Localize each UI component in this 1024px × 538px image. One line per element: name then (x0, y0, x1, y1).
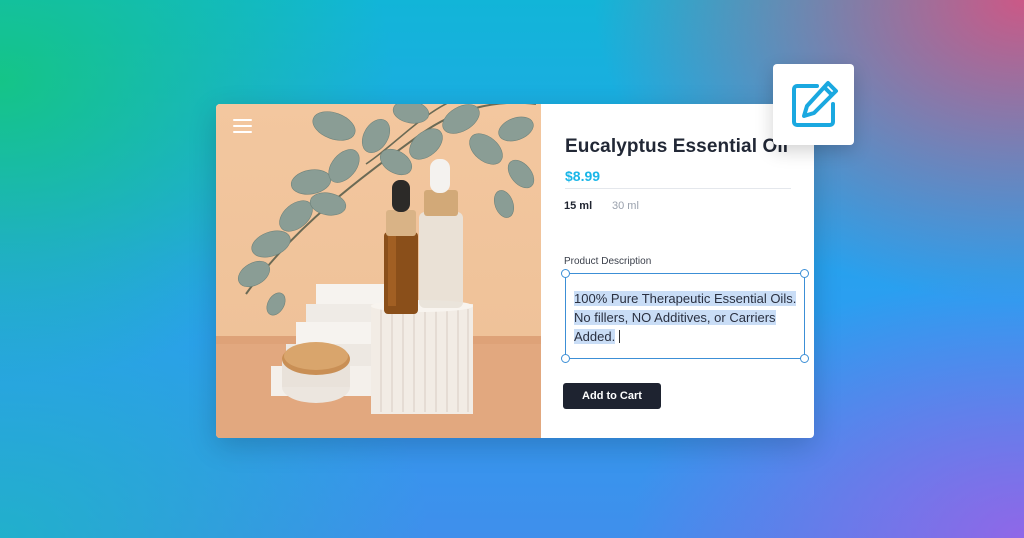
description-line-3: Added. (574, 329, 616, 344)
product-photo (216, 104, 541, 438)
edit-button[interactable] (773, 64, 854, 145)
add-to-cart-button[interactable]: Add to Cart (563, 383, 661, 409)
resize-handle-bottom-left[interactable] (561, 354, 570, 363)
product-details: Eucalyptus Essential Oil $8.99 15 ml 30 … (541, 104, 814, 438)
size-option-15ml[interactable]: 15 ml (564, 200, 592, 212)
essential-oil-photo (216, 104, 541, 438)
resize-handle-top-left[interactable] (561, 269, 570, 278)
description-text-box[interactable]: 100% Pure Therapeutic Essential Oils. No… (561, 269, 809, 363)
description-line-1: 100% Pure Therapeutic Essential Oils. (574, 291, 797, 306)
edit-pencil-icon (792, 81, 838, 127)
product-title: Eucalyptus Essential Oil (565, 136, 789, 157)
divider (565, 188, 791, 189)
description-label: Product Description (564, 256, 652, 267)
product-price: $8.99 (565, 168, 601, 184)
description-text[interactable]: 100% Pure Therapeutic Essential Oils. No… (574, 289, 810, 346)
description-line-2: No fillers, NO Additives, or Carriers (574, 310, 776, 325)
hamburger-menu-icon[interactable] (233, 119, 252, 133)
resize-handle-top-right[interactable] (800, 269, 809, 278)
resize-handle-bottom-right[interactable] (800, 354, 809, 363)
product-card: Eucalyptus Essential Oil $8.99 15 ml 30 … (216, 104, 814, 438)
text-cursor (619, 330, 621, 343)
size-option-30ml[interactable]: 30 ml (612, 200, 639, 212)
